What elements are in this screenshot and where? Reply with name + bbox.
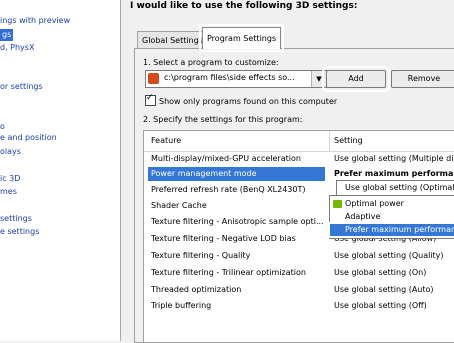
dropdown-option-label: Prefer maximum performanc: [345, 225, 454, 234]
setting-dropdown-list: Optimal power Adaptive Prefer maximum pe…: [328, 195, 454, 239]
setting-cell: Use global setting (On): [334, 268, 427, 277]
nav-item-displays[interactable]: olays: [0, 146, 21, 158]
table-row[interactable]: Multi-display/mixed-GPU acceleration Use…: [144, 152, 454, 166]
remove-button[interactable]: Remove: [391, 70, 454, 88]
feature-cell: Multi-display/mixed-GPU acceleration: [151, 154, 301, 163]
chevron-down-icon[interactable]: ▼: [311, 71, 326, 87]
feature-cell: Preferred refresh rate (BenQ XL2430T): [151, 185, 306, 194]
nav-item-image-settings[interactable]: e settings: [0, 226, 39, 238]
table-row[interactable]: Triple buffering Use global setting (Off…: [144, 299, 454, 313]
nav-item-video-settings[interactable]: settings: [0, 213, 32, 225]
feature-cell: Threaded optimization: [151, 285, 242, 294]
tab-program-settings[interactable]: Program Settings: [198, 24, 285, 52]
program-select-value: c:\program files\side effects so...: [164, 73, 295, 82]
feature-cell: Shader Cache: [151, 201, 207, 210]
setting-cell: Prefer maximum performan: [334, 169, 454, 178]
add-button[interactable]: Add: [322, 66, 390, 92]
left-nav-tree: ings with preview gs d, PhysX or setting…: [0, 0, 121, 341]
nav-item-physx[interactable]: d, PhysX: [0, 42, 34, 54]
show-only-checkbox[interactable]: [145, 93, 156, 106]
setting-cell: Use global setting (Multiple display: [334, 154, 454, 163]
show-only-label: Show only programs found on this compute…: [159, 97, 338, 106]
column-header-feature[interactable]: Feature: [151, 136, 181, 145]
table-row-selected[interactable]: Power management mode Prefer maximum per…: [144, 165, 454, 183]
table-header: Feature Setting: [144, 131, 454, 152]
feature-cell: Texture filtering - Trilinear optimizati…: [151, 268, 306, 277]
dropdown-option-label: Adaptive: [345, 212, 381, 221]
column-divider[interactable]: [329, 131, 330, 151]
nav-item-preview[interactable]: ings with preview: [0, 15, 70, 27]
program-icon: [148, 73, 159, 84]
nvidia-icon: [333, 200, 342, 208]
feature-cell: Texture filtering - Quality: [151, 251, 251, 260]
dropdown-option-optimal-power[interactable]: Optimal power: [330, 198, 454, 210]
dropdown-option-label: Optimal power: [345, 199, 404, 208]
setting-dropdown[interactable]: Use global setting (Optimal p: [336, 180, 454, 196]
column-header-setting[interactable]: Setting: [334, 136, 363, 145]
feature-cell: Texture filtering - Anisotropic sample o…: [151, 217, 324, 226]
program-select[interactable]: c:\program files\side effects so... ▼: [145, 70, 327, 88]
feature-cell: Texture filtering - Negative LOD bias: [151, 234, 296, 243]
nav-item-games[interactable]: mes: [0, 186, 17, 198]
main-panel: I would like to use the following 3D set…: [121, 0, 454, 343]
feature-cell: Triple buffering: [151, 301, 212, 310]
nav-item-color-settings[interactable]: or settings: [0, 81, 43, 93]
nav-item-stereoscopic-3d[interactable]: ic 3D: [0, 173, 20, 185]
dropdown-option-prefer-max-performance[interactable]: Prefer maximum performanc: [328, 222, 454, 238]
feature-cell: Power management mode: [151, 169, 257, 178]
setting-cell: Use global setting (Quality): [334, 251, 444, 260]
page-heading: I would like to use the following 3D set…: [130, 1, 358, 11]
table-row[interactable]: Texture filtering - Quality Use global s…: [144, 249, 454, 263]
step-1-label: 1. Select a program to customize:: [143, 58, 279, 67]
show-only-found-checkbox-row[interactable]: Show only programs found on this compute…: [145, 93, 338, 106]
table-row[interactable]: Texture filtering - Trilinear optimizati…: [144, 266, 454, 280]
tab-global-settings[interactable]: Global Settings: [137, 31, 208, 49]
dropdown-current-value: Use global setting (Optimal p: [345, 183, 454, 192]
step-2-label: 2. Specify the settings for this program…: [143, 115, 303, 124]
nav-item-manage-3d-settings[interactable]: gs: [0, 26, 17, 44]
dropdown-option-adaptive[interactable]: Adaptive: [330, 211, 454, 223]
nav-item-size-position[interactable]: e and position: [0, 132, 57, 144]
setting-cell: Use global setting (Off): [334, 301, 427, 310]
setting-cell: Use global setting (Auto): [334, 285, 434, 294]
table-row[interactable]: Threaded optimization Use global setting…: [144, 283, 454, 297]
